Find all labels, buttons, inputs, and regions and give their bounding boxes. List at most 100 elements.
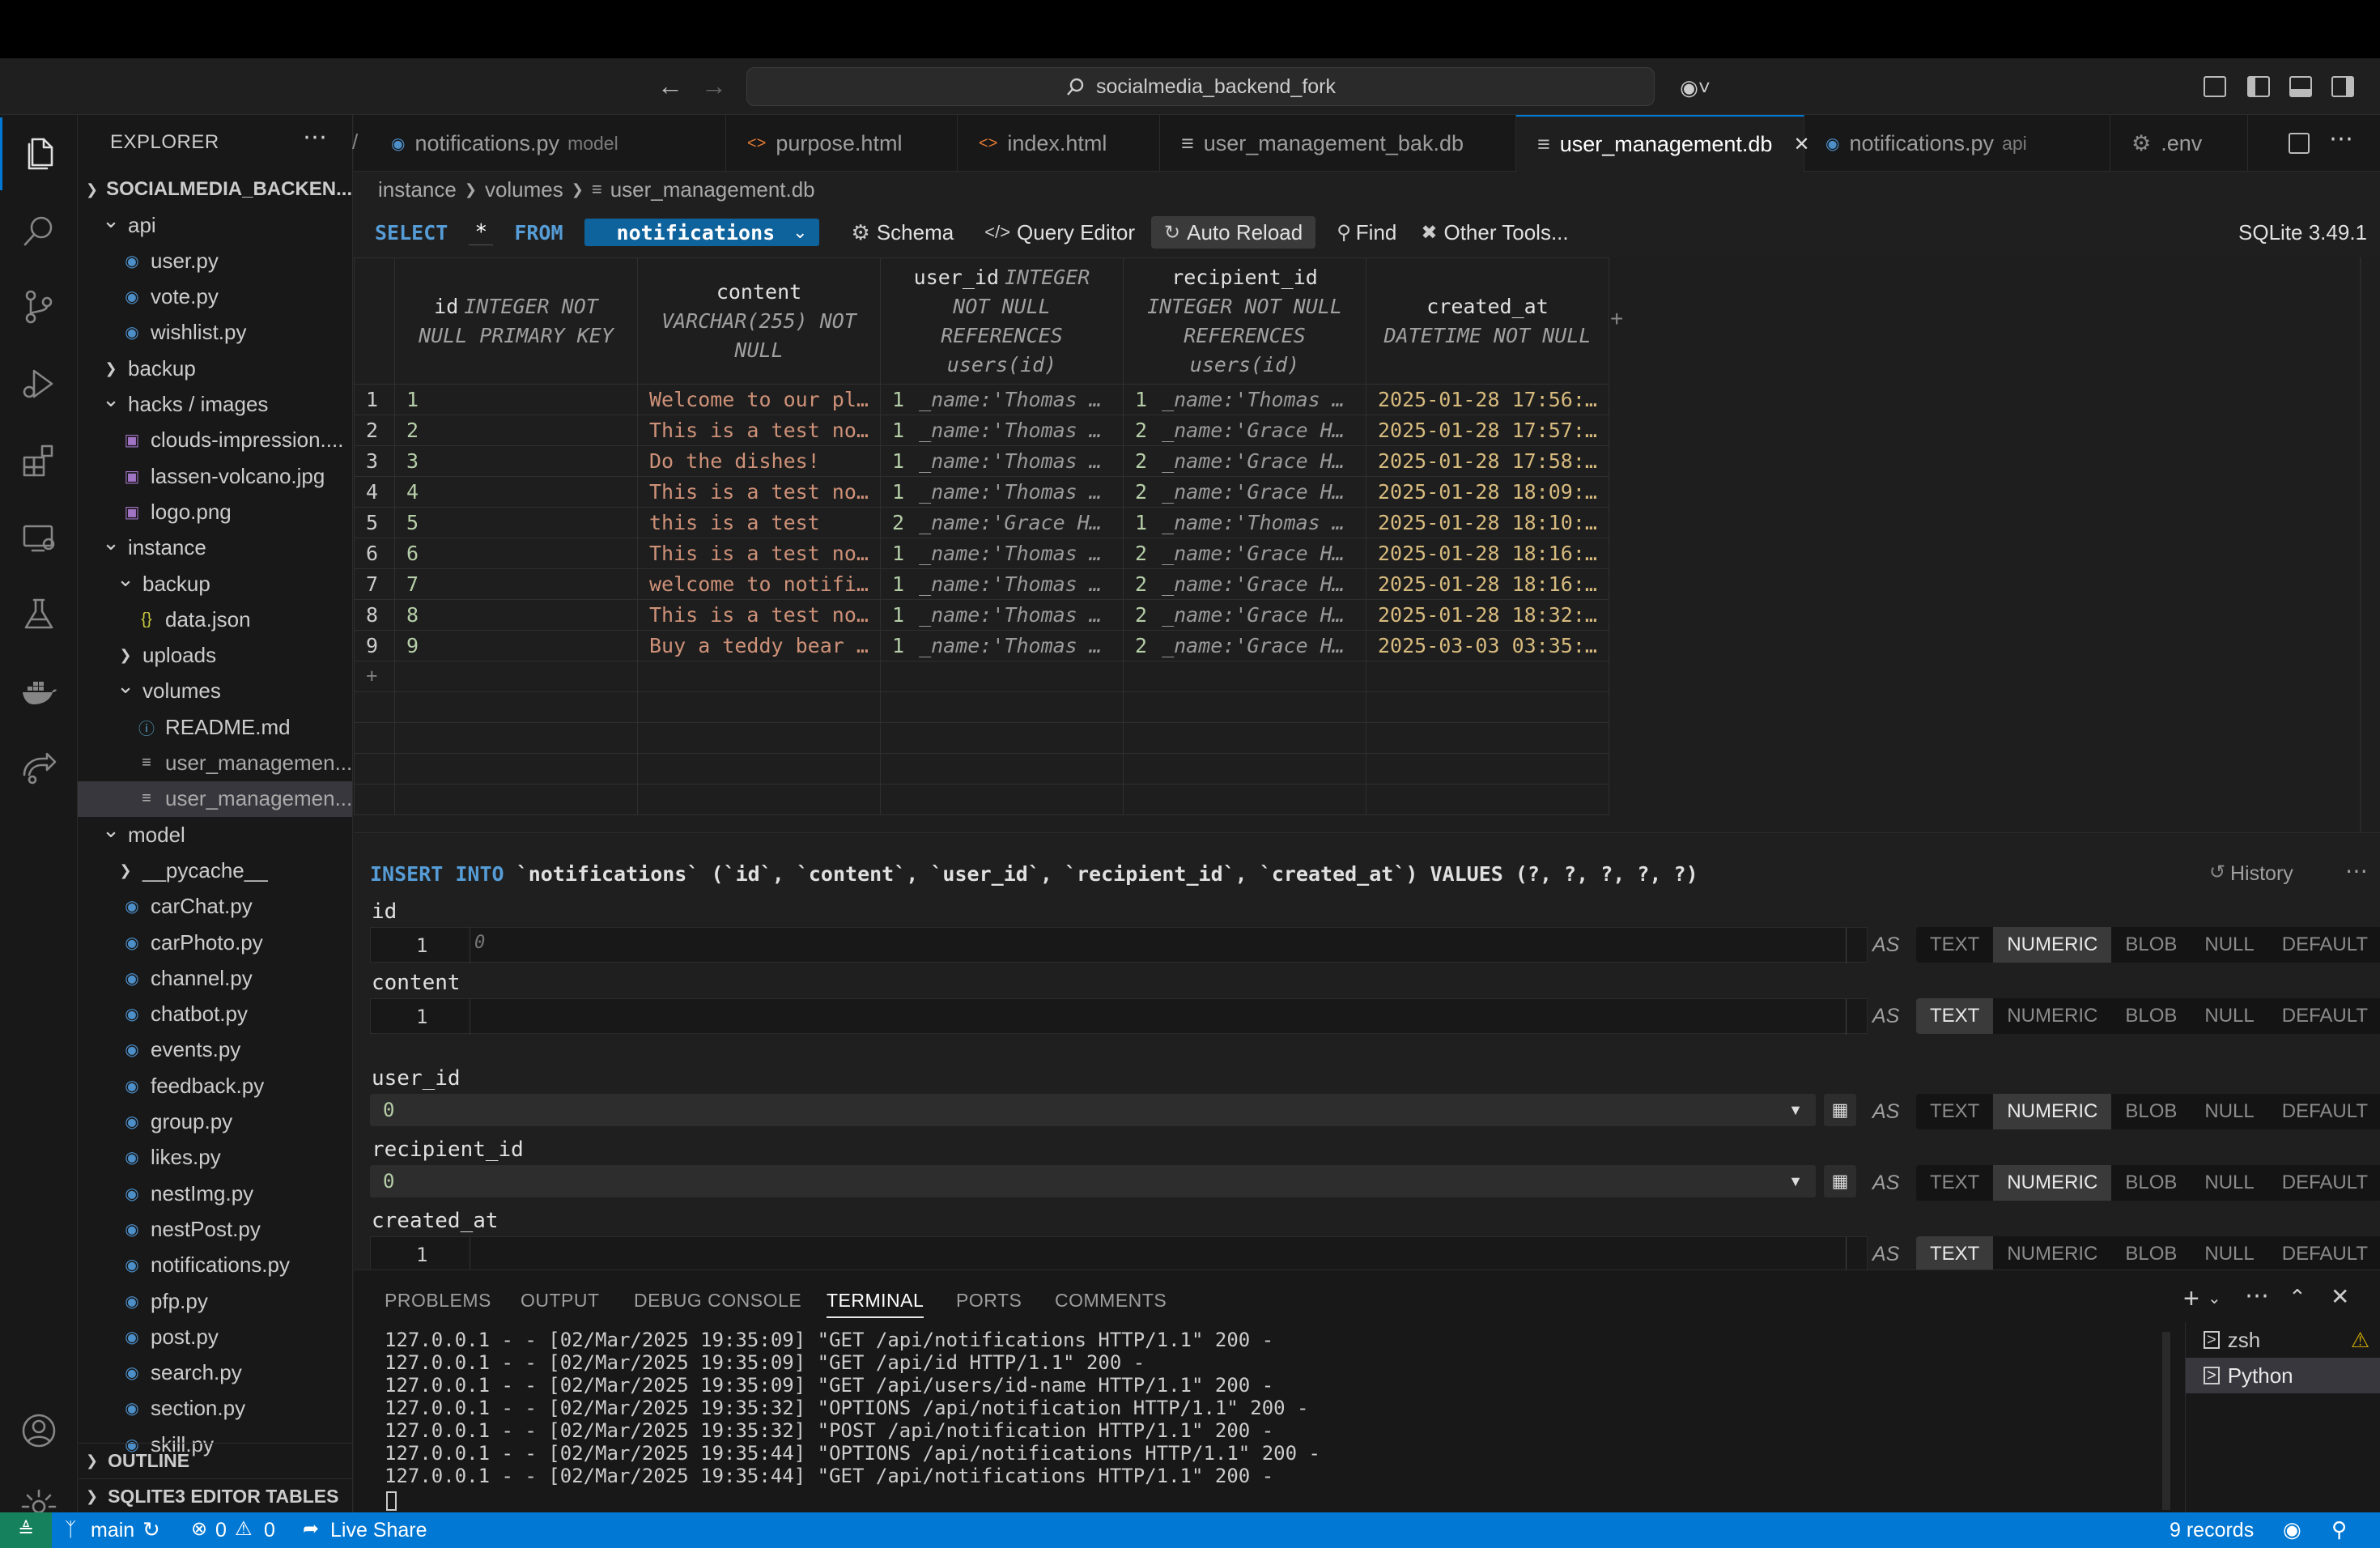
column-header[interactable]: recipient_id INTEGER NOT NULL REFERENCES… (1123, 257, 1366, 385)
type-option[interactable]: DEFAULT (2268, 1236, 2380, 1272)
type-option[interactable]: BLOB (2111, 927, 2191, 963)
table-row[interactable]: 3 3 Do the dishes! 1 _name:'Thomas … 2 _name:'… (354, 445, 1609, 477)
type-option[interactable]: NULL (2191, 998, 2267, 1034)
created-at-cell[interactable]: 2025-01-28 18:16:… (1366, 568, 1609, 600)
query-editor-button[interactable]: Query Editor (1017, 220, 1135, 245)
row-number-cell[interactable]: 2 (354, 415, 395, 446)
type-option[interactable]: NUMERIC (1993, 1236, 2111, 1272)
type-option[interactable]: NUMERIC (1993, 927, 2112, 963)
editor-tab[interactable]: <> purpose.html (726, 115, 958, 172)
insert-more-icon[interactable]: ⋯ (2345, 857, 2368, 884)
type-option[interactable]: NUMERIC (1993, 998, 2111, 1034)
file-item[interactable]: ▣ lassen-volcano.jpg (78, 458, 352, 494)
extensions-activity[interactable] (0, 424, 78, 497)
id-cell[interactable]: 5 (394, 507, 638, 538)
file-item[interactable]: ◉ events.py (78, 1032, 352, 1068)
editor-tab[interactable]: ≡ user_management.db ✕ (1516, 115, 1810, 172)
breadcrumb-volumes[interactable]: volumes (485, 177, 563, 202)
history-button[interactable]: History (2230, 862, 2293, 886)
row-number-cell[interactable]: 9 (354, 630, 395, 661)
panel-tab[interactable]: TERMINAL (827, 1290, 924, 1318)
editor-tab[interactable]: ◉ notifications.py api (1804, 115, 2110, 172)
file-item[interactable]: {} data.json (78, 602, 352, 637)
type-option[interactable]: BLOB (2111, 1236, 2191, 1272)
column-header[interactable]: content VARCHAR(255) NOT NULL (637, 257, 881, 385)
live-share-activity[interactable] (0, 732, 78, 805)
row-number-cell[interactable]: 7 (354, 568, 395, 600)
outline-section[interactable]: ❯ OUTLINE (78, 1443, 352, 1478)
run-debug-activity[interactable] (0, 347, 78, 420)
close-panel-icon[interactable]: ✕ (2331, 1283, 2349, 1310)
more-actions-icon[interactable]: ⋯ (303, 123, 327, 151)
table-lookup-icon[interactable]: ▦ (1824, 1094, 1856, 1126)
file-item[interactable]: ◉ feedback.py (78, 1068, 352, 1104)
scrollbar-vertical[interactable] (2162, 1332, 2170, 1510)
file-item[interactable]: ◉ section.py (78, 1391, 352, 1427)
notifications-bell-icon[interactable]: ⚲ (2331, 1517, 2347, 1542)
file-item[interactable]: ▣ logo.png (78, 494, 352, 529)
user-id-cell[interactable]: 1 _name:'Thomas … (880, 415, 1124, 446)
type-option[interactable]: TEXT (1916, 1236, 1994, 1272)
breadcrumb-instance[interactable]: instance (378, 177, 457, 202)
find-button[interactable]: Find (1356, 220, 1397, 245)
recipient-id-cell[interactable]: 2 _name:'Grace H… (1123, 568, 1366, 600)
split-editor-icon[interactable] (2289, 133, 2310, 154)
folder-item[interactable]: ❯ uploads (78, 638, 352, 674)
content-cell[interactable]: Do the dishes! (637, 445, 881, 477)
recipient-id-cell[interactable]: 1 _name:'Thomas … (1123, 507, 1366, 538)
column-header[interactable]: user_id INTEGER NOT NULL REFERENCES user… (880, 257, 1124, 385)
type-option[interactable]: NULL (2191, 927, 2267, 963)
file-item[interactable]: ◉ likes.py (78, 1140, 352, 1176)
resize-handle[interactable] (1846, 999, 1867, 1035)
file-item[interactable]: ◉ nestPost.py (78, 1211, 352, 1247)
id-cell[interactable]: 8 (394, 599, 638, 631)
content-cell[interactable]: This is a test no… (637, 599, 881, 631)
file-item[interactable]: ◉ chatbot.py (78, 997, 352, 1032)
recipient-id-cell[interactable]: 2 _name:'Grace H… (1123, 538, 1366, 569)
workspace-root[interactable]: ❯ SOCIALMEDIA_BACKEN... (78, 172, 352, 207)
editor-tab[interactable]: <> index.html (958, 115, 1160, 172)
editor-more-icon[interactable]: ⋯ (2329, 125, 2353, 153)
column-header[interactable]: id INTEGER NOT NULL PRIMARY KEY (394, 257, 638, 385)
recipient-id-cell[interactable]: 1 _name:'Thomas … (1123, 384, 1366, 415)
chevron-down-icon[interactable]: ⌄ (2208, 1288, 2221, 1308)
type-option[interactable]: TEXT (1916, 1165, 1993, 1201)
content-cell[interactable]: this is a test (637, 507, 881, 538)
row-number-cell[interactable]: 1 (354, 384, 395, 415)
live-share-button[interactable]: Live Share (330, 1519, 427, 1542)
type-option[interactable]: NULL (2191, 1094, 2267, 1129)
content-cell[interactable]: This is a test no… (637, 538, 881, 569)
file-item[interactable]: ◉ carPhoto.py (78, 925, 352, 960)
table-select[interactable]: notifications ⌄ (584, 219, 819, 246)
row-number-cell[interactable]: 8 (354, 599, 395, 631)
folder-item[interactable]: ⌄ api (78, 207, 352, 243)
table-row[interactable]: 9 9 Buy a teddy bear … 1 _name:'Thomas … 2 _na… (354, 630, 1609, 661)
file-item[interactable]: ◉ channel.py (78, 960, 352, 996)
user-id-cell[interactable]: 1 _name:'Thomas … (880, 599, 1124, 631)
remote-indicator[interactable]: ≜ (0, 1512, 52, 1548)
folder-item[interactable]: ⌄ volumes (78, 674, 352, 709)
field-editor[interactable]: 1 (370, 1236, 1868, 1273)
forward-arrow-icon[interactable]: → (698, 70, 730, 102)
type-option[interactable]: DEFAULT (2268, 1165, 2380, 1201)
breadcrumb-file[interactable]: user_management.db (610, 177, 815, 202)
add-row-icon[interactable]: + (354, 661, 395, 692)
recipient-id-cell[interactable]: 2 _name:'Grace H… (1123, 599, 1366, 631)
folder-item[interactable]: ❯ __pycache__ (78, 853, 352, 888)
user-id-cell[interactable]: 1 _name:'Thomas … (880, 476, 1124, 508)
user-id-cell[interactable]: 1 _name:'Thomas … (880, 568, 1124, 600)
remote-explorer-activity[interactable] (0, 501, 78, 574)
type-option[interactable]: BLOB (2111, 1094, 2191, 1129)
created-at-cell[interactable]: 2025-01-28 18:10:… (1366, 507, 1609, 538)
type-option[interactable]: NUMERIC (1993, 1094, 2112, 1129)
id-cell[interactable]: 9 (394, 630, 638, 661)
toggle-panel-icon[interactable] (2289, 76, 2312, 97)
editor-tab[interactable]: ≡ user_management_bak.db (1160, 115, 1516, 172)
created-at-cell[interactable]: 2025-01-28 17:57:… (1366, 415, 1609, 446)
resize-handle[interactable] (1846, 928, 1867, 963)
row-number-cell[interactable]: 6 (354, 538, 395, 569)
id-cell[interactable]: 6 (394, 538, 638, 569)
type-option[interactable]: BLOB (2111, 998, 2191, 1034)
table-row[interactable]: 2 2 This is a test no… 1 _name:'Thomas … 2 _na… (354, 415, 1609, 446)
file-item[interactable]: ◉ pfp.py (78, 1283, 352, 1319)
